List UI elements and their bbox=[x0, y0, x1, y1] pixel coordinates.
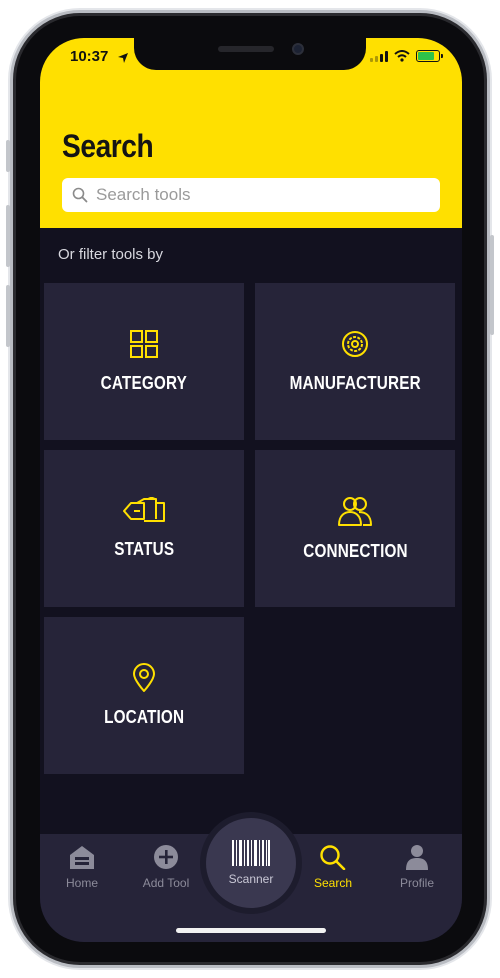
grid-icon bbox=[130, 330, 158, 358]
volume-up-button bbox=[6, 205, 10, 267]
filter-label: Or filter tools by bbox=[58, 246, 164, 263]
status-indicators bbox=[370, 50, 443, 62]
plus-circle-icon bbox=[154, 845, 178, 869]
cellular-signal-icon bbox=[370, 50, 388, 62]
front-camera bbox=[292, 43, 304, 55]
filter-tile-label: MANUFACTURER bbox=[289, 373, 421, 393]
search-input[interactable] bbox=[96, 185, 426, 205]
filter-tile-label: CONNECTION bbox=[302, 541, 408, 561]
search-box[interactable] bbox=[62, 178, 440, 212]
filter-tile-connection[interactable]: CONNECTION bbox=[255, 450, 455, 607]
tab-search[interactable]: Search bbox=[298, 844, 368, 890]
tab-label: Home bbox=[65, 876, 98, 890]
scanner-button[interactable]: Scanner bbox=[206, 818, 296, 908]
gear-icon bbox=[342, 331, 368, 357]
home-indicator bbox=[176, 928, 326, 933]
filter-tile-manufacturer[interactable]: MANUFACTURER bbox=[255, 283, 455, 440]
mute-switch bbox=[6, 140, 10, 172]
app-screen: 10:37 Search Or filter t bbox=[40, 38, 462, 942]
power-button bbox=[490, 235, 494, 335]
search-icon bbox=[72, 187, 88, 203]
users-icon bbox=[338, 497, 372, 526]
filter-tile-label: LOCATION bbox=[103, 707, 185, 727]
filter-tile-location[interactable]: LOCATION bbox=[44, 617, 244, 774]
filter-tile-label: CATEGORY bbox=[100, 373, 188, 393]
battery-icon bbox=[416, 50, 443, 62]
page-title: Search bbox=[62, 128, 154, 164]
earpiece-speaker bbox=[218, 46, 274, 52]
filter-tile-status[interactable]: STATUS bbox=[44, 450, 244, 607]
filter-tile-label: STATUS bbox=[114, 539, 174, 559]
device-notch bbox=[134, 38, 366, 70]
location-pin-icon bbox=[133, 663, 155, 692]
tab-profile[interactable]: Profile bbox=[382, 844, 452, 890]
search-icon bbox=[320, 845, 346, 870]
filter-tile-category[interactable]: CATEGORY bbox=[44, 283, 244, 440]
status-time: 10:37 bbox=[70, 48, 109, 65]
status-tags-icon bbox=[123, 497, 165, 522]
garage-icon bbox=[70, 846, 94, 869]
barcode-icon bbox=[232, 840, 270, 866]
tab-add-tool[interactable]: Add Tool bbox=[131, 844, 201, 890]
tab-label: Scanner bbox=[228, 872, 274, 886]
location-arrow-icon bbox=[118, 53, 128, 63]
wifi-icon bbox=[394, 50, 410, 62]
tab-label: Profile bbox=[399, 876, 434, 890]
tab-home[interactable]: Home bbox=[47, 844, 117, 890]
volume-down-button bbox=[6, 285, 10, 347]
tab-label: Search bbox=[313, 876, 353, 890]
tab-label: Add Tool bbox=[142, 876, 190, 890]
person-icon bbox=[406, 845, 428, 870]
